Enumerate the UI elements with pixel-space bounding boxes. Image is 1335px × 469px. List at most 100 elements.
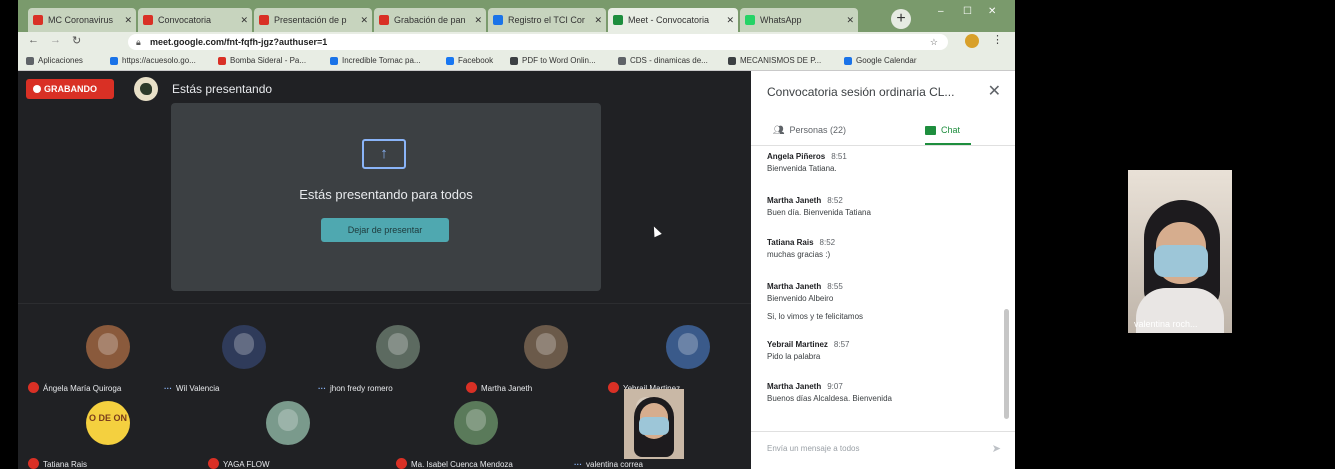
minimize-icon[interactable]: –	[938, 6, 944, 17]
avatar-logo-text: O DE ON	[88, 413, 127, 423]
tab-favicon-icon	[143, 15, 153, 25]
omnibox[interactable]: 🔒︎ meet.google.com/fnt-fqfh-jgz?authuser…	[128, 34, 948, 50]
bookmark-favicon-icon	[330, 57, 338, 65]
tab-close-icon[interactable]: ✕	[846, 8, 854, 32]
chat-composer[interactable]: Envía un mensaje a todos ➤	[751, 431, 1015, 469]
chat-text: muchas gracias :)	[767, 250, 831, 259]
participant-tile[interactable]: ··· Wil Valencia	[164, 325, 324, 397]
forward-icon[interactable]: →	[50, 34, 61, 46]
participant-avatar	[86, 325, 130, 369]
tab-people[interactable]: 👥︎ Personas (22)	[773, 115, 883, 145]
close-window-icon[interactable]: ✕	[988, 6, 996, 17]
bookmark-label: PDF to Word Onlin...	[522, 56, 596, 65]
bookmark-label: Bomba Sideral - Pa...	[230, 56, 307, 65]
tab-close-icon[interactable]: ✕	[360, 8, 368, 32]
mic-off-icon	[466, 382, 477, 394]
participant-tile[interactable]: O DE ON Tatiana Rais	[28, 401, 188, 469]
participant-tile[interactable]: ··· jhon fredy romero	[318, 325, 478, 397]
bookmark-label: MECANISMOS DE P...	[740, 56, 822, 65]
send-icon[interactable]: ➤	[992, 442, 1001, 455]
chat-author-row: Yebrail Martinez 8:57	[767, 339, 850, 351]
participant-tile[interactable]: ··· valentina correa	[574, 389, 734, 469]
participant-name: valentina correa	[586, 460, 643, 469]
back-icon[interactable]: ←	[28, 34, 39, 46]
stop-presenting-button[interactable]: Dejar de presentar	[321, 218, 449, 242]
profile-avatar[interactable]	[965, 34, 979, 48]
chat-message: Angela Piñeros 8:51 Bienvenida Tatiana.	[767, 151, 847, 175]
bookmark-label: Aplicaciones	[38, 56, 83, 65]
bookmark-item[interactable]: MECANISMOS DE P...	[728, 54, 821, 68]
window-controls[interactable]: – ☐ ✕	[928, 6, 1008, 22]
participant-name-row: Martha Janeth	[466, 381, 626, 397]
participant-tile[interactable]: Ma. Isabel Cuenca Mendoza	[396, 401, 556, 469]
tab-close-icon[interactable]: ✕	[124, 8, 132, 32]
participant-name: Martha Janeth	[481, 384, 533, 393]
chat-time: 8:57	[833, 340, 850, 349]
chat-time: 8:55	[827, 282, 843, 291]
bookmark-item[interactable]: CDS - dinamicas de...	[618, 54, 708, 68]
chat-author-row: Martha Janeth 8:55	[767, 281, 843, 293]
chat-time: 8:52	[819, 238, 836, 247]
tab-label: WhatsApp	[760, 15, 802, 25]
bookmark-label: https://acuesolo.go...	[122, 56, 196, 65]
bookmark-favicon-icon	[26, 57, 34, 65]
kebab-menu-icon[interactable]: ⋮	[992, 33, 1003, 46]
chat-bubble-icon	[925, 126, 936, 136]
mic-off-icon	[28, 382, 39, 394]
participant-name-row: Tatiana Rais	[28, 457, 188, 469]
bookmark-item[interactable]: https://acuesolo.go...	[110, 54, 196, 68]
close-panel-icon[interactable]: ✕	[988, 81, 1001, 101]
participant-tile[interactable]: Yebrail Martinez	[608, 325, 768, 397]
participant-tile[interactable]: YAGA FLOW	[208, 401, 368, 469]
mic-off-icon	[608, 382, 619, 394]
browser-tab[interactable]: WhatsApp ✕	[740, 8, 858, 32]
maximize-icon[interactable]: ☐	[963, 6, 972, 17]
participant-name-row: YAGA FLOW	[208, 457, 368, 469]
bookmark-item[interactable]: Bomba Sideral - Pa...	[218, 54, 306, 68]
bookmark-star-icon[interactable]: ☆	[930, 34, 938, 50]
browser-tab[interactable]: Grabación de pan ✕	[374, 8, 486, 32]
tab-close-icon[interactable]: ✕	[726, 8, 734, 32]
chat-message: Martha Janeth 9:07 Buenos días Alcaldesa. …	[767, 381, 892, 405]
bookmark-item[interactable]: PDF to Word Onlin...	[510, 54, 596, 68]
chat-text: Si, lo vimos y te felicitamos	[767, 312, 864, 321]
chat-message: Martha Janeth 8:55 Bienvenido Albeiro	[767, 281, 843, 305]
bookmark-item[interactable]: Google Calendar	[844, 54, 916, 68]
tab-close-icon[interactable]: ✕	[594, 8, 602, 32]
bookmark-item[interactable]: Aplicaciones	[26, 54, 83, 68]
bookmark-favicon-icon	[618, 57, 626, 65]
mouse-cursor-icon	[650, 224, 662, 238]
participant-tile[interactable]: Martha Janeth	[466, 325, 626, 397]
browser-tab[interactable]: MC Coronavirus ✕	[28, 8, 136, 32]
tab-chat-label: Chat	[941, 125, 961, 135]
new-tab-button[interactable]: +	[891, 9, 911, 29]
tab-favicon-icon	[745, 15, 755, 25]
tab-label: Meet - Convocatoria	[628, 15, 710, 25]
browser-tab[interactable]: Registro el TCI Cor ✕	[488, 8, 606, 32]
browser-tab[interactable]: Convocatoria ✕	[138, 8, 252, 32]
tab-chat[interactable]: Chat	[925, 115, 971, 145]
tab-favicon-icon	[33, 15, 43, 25]
recording-dot-icon	[33, 85, 41, 93]
chat-author-row: Martha Janeth 8:52	[767, 195, 871, 207]
participant-avatar	[666, 325, 710, 369]
chat-scrollbar[interactable]	[1004, 309, 1009, 419]
tab-label: Grabación de pan	[394, 15, 466, 25]
mic-off-icon	[28, 458, 39, 469]
tab-close-icon[interactable]: ✕	[240, 8, 248, 32]
participant-avatar	[624, 389, 684, 459]
bookmark-favicon-icon	[844, 57, 852, 65]
bookmark-item[interactable]: Incredible Tornac pa...	[330, 54, 421, 68]
tab-close-icon[interactable]: ✕	[474, 8, 482, 32]
browser-tab[interactable]: Meet - Convocatoria ✕	[608, 8, 738, 32]
chat-message: Yebrail Martinez 8:57 Pido la palabra	[767, 339, 850, 363]
chat-author: Martha Janeth	[767, 196, 822, 205]
presenting-message: Estás presentando para todos	[299, 187, 473, 202]
reload-icon[interactable]: ↻	[72, 34, 81, 47]
participant-video-tile: valentina roch...	[1128, 170, 1232, 333]
bookmark-label: Incredible Tornac pa...	[342, 56, 421, 65]
bookmark-item[interactable]: Facebook	[446, 54, 493, 68]
participant-avatar	[454, 401, 498, 445]
bird-logo-icon	[140, 83, 152, 95]
browser-tab[interactable]: Presentación de p ✕	[254, 8, 372, 32]
